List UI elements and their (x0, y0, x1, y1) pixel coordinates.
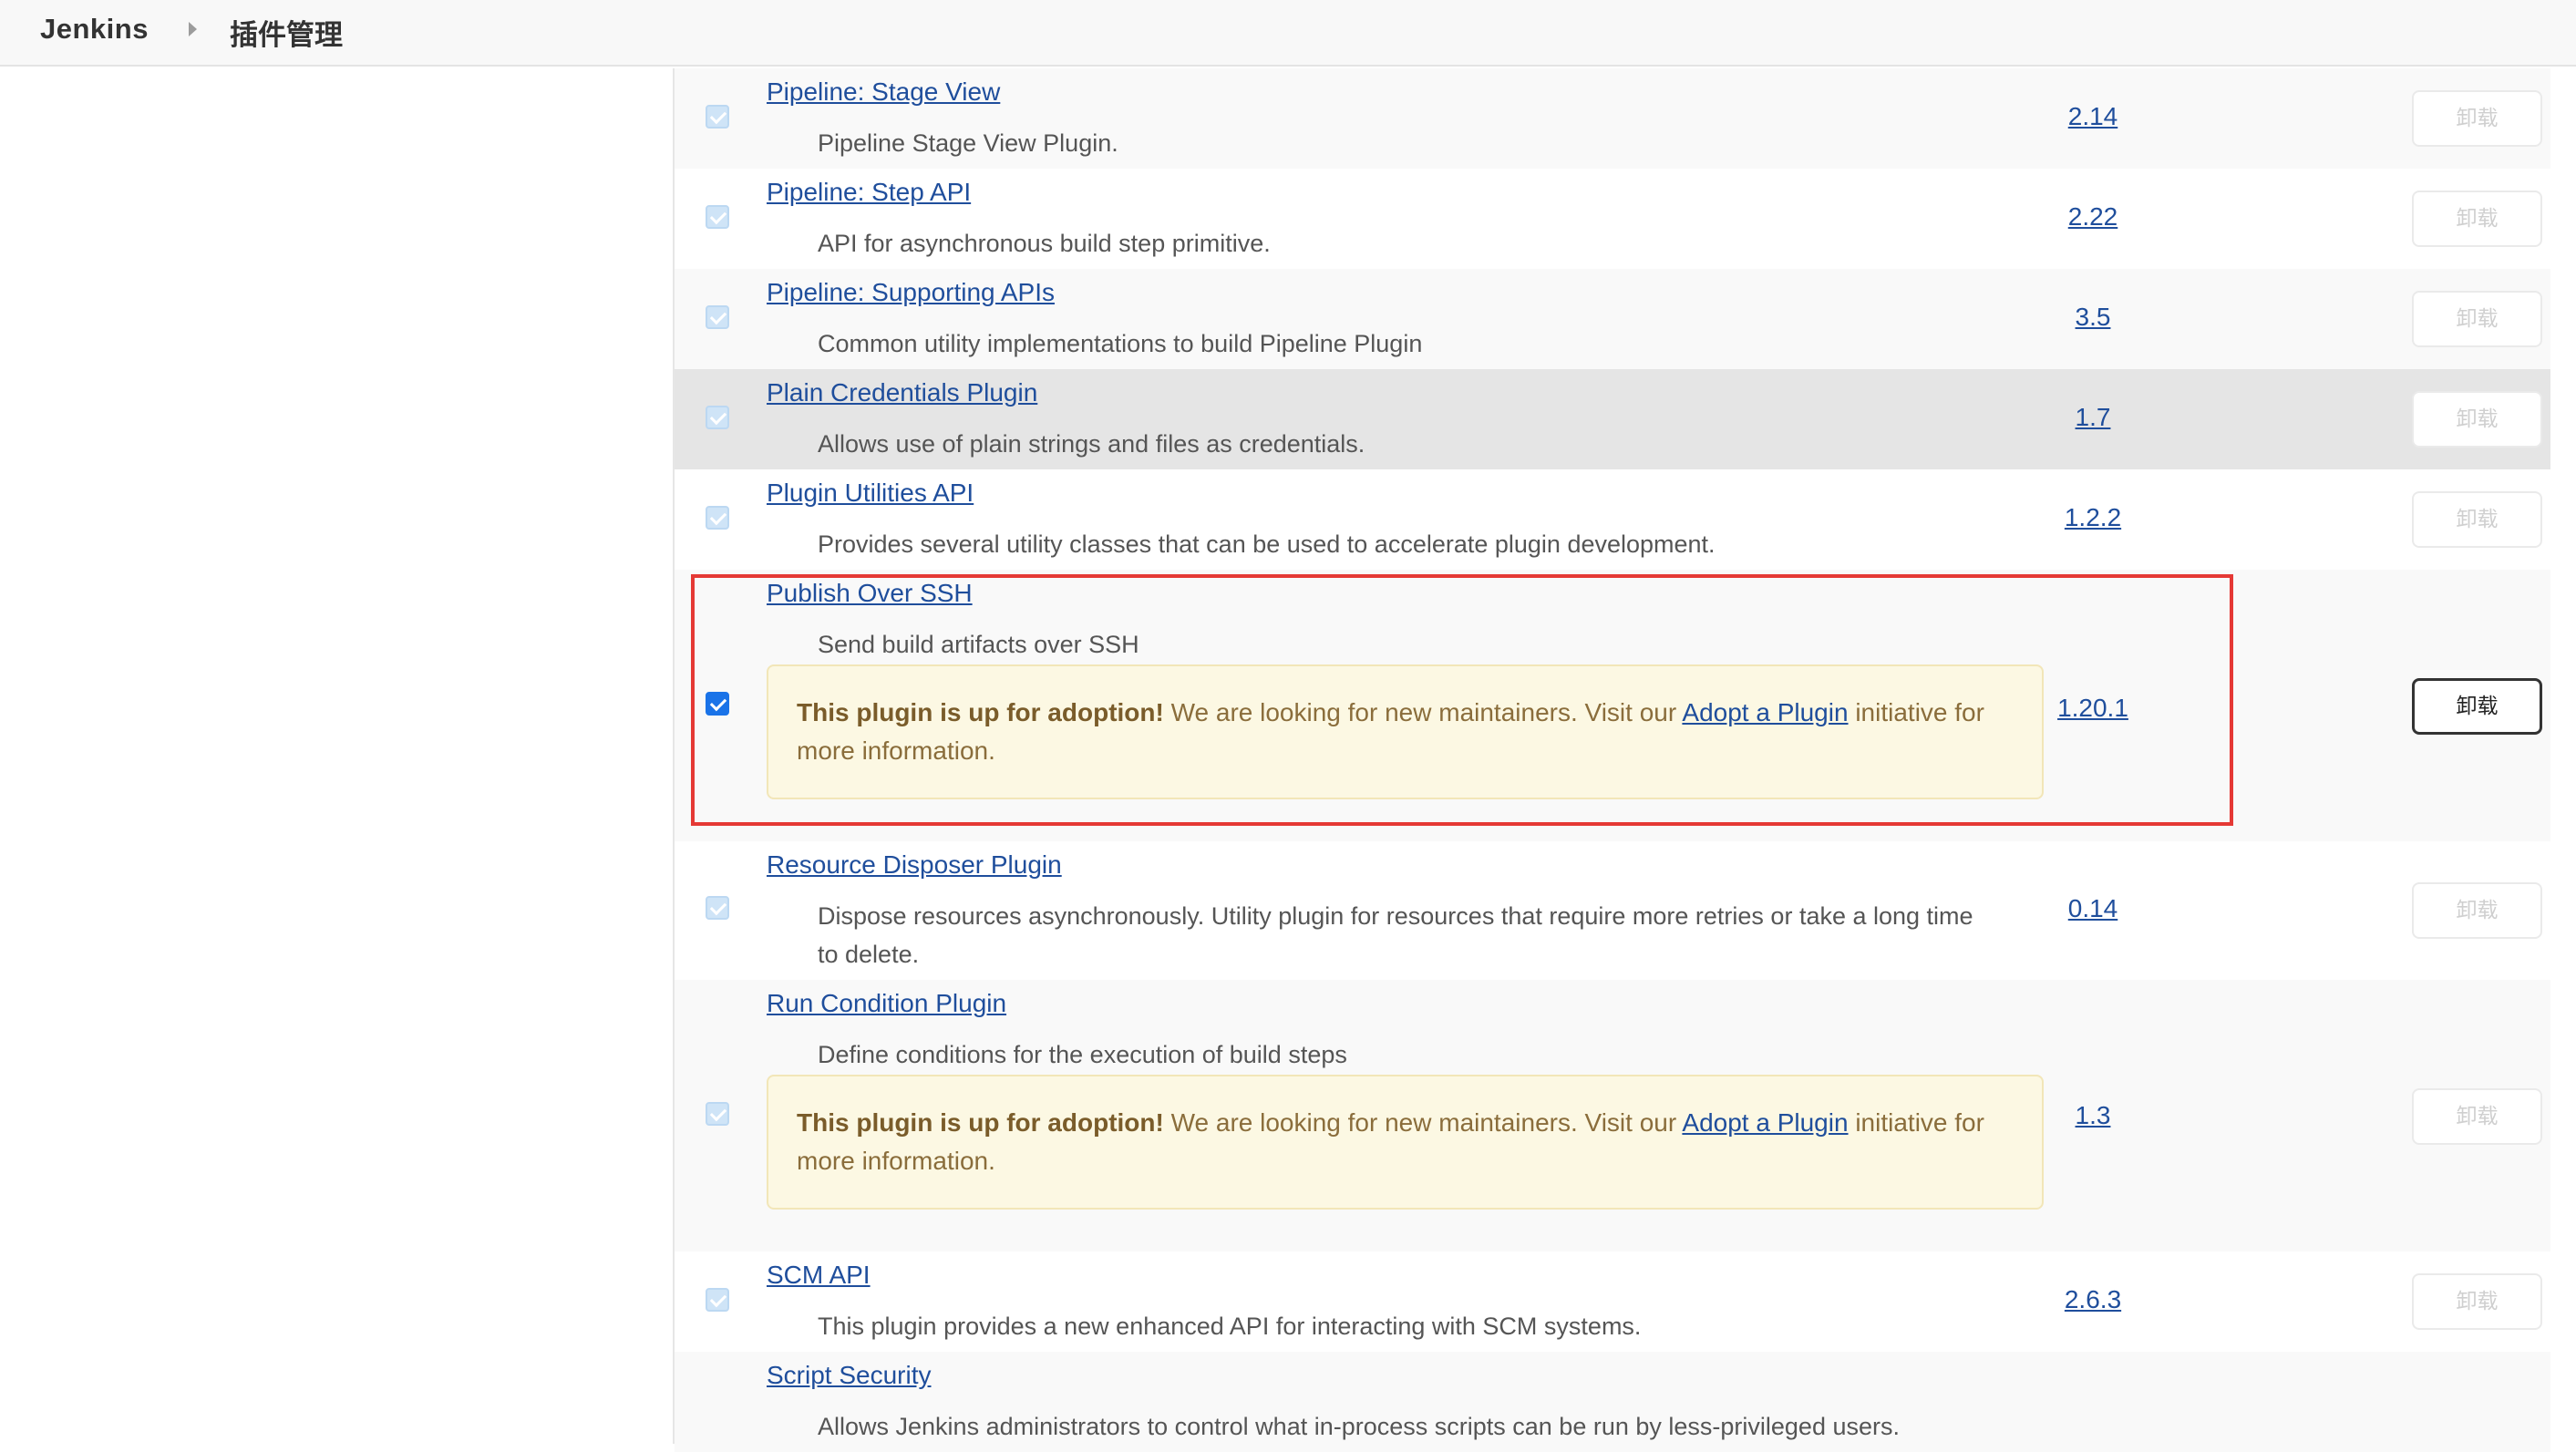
plugin-row: Script Security Allows Jenkins administr… (675, 1352, 2550, 1452)
breadcrumb-jenkins-link[interactable]: Jenkins (40, 13, 149, 46)
adoption-notice-title: This plugin is up for adoption! (797, 1108, 1164, 1137)
plugin-checkbox[interactable] (706, 305, 729, 329)
plugin-version-link[interactable]: 1.20.1 (2038, 694, 2148, 723)
plugin-row-publish-over-ssh: Publish Over SSH Send build artifacts ov… (675, 570, 2550, 841)
plugin-description: Allows Jenkins administrators to control… (818, 1413, 1900, 1440)
plugin-version-link[interactable]: 2.22 (2038, 202, 2148, 232)
adoption-notice: This plugin is up for adoption! We are l… (767, 664, 2044, 799)
plugin-description: API for asynchronous build step primitiv… (818, 230, 1271, 257)
uninstall-button: 卸载 (2412, 882, 2542, 939)
plugin-row: Pipeline: Step API API for asynchronous … (675, 169, 2550, 269)
plugin-version-link[interactable]: 2.14 (2038, 102, 2148, 131)
plugin-description: Allows use of plain strings and files as… (818, 430, 1365, 458)
plugin-name-link[interactable]: Pipeline: Step API (767, 178, 971, 207)
plugin-checkbox[interactable] (706, 896, 729, 920)
uninstall-button: 卸载 (2412, 1088, 2542, 1145)
plugin-row: Resource Disposer Plugin Dispose resourc… (675, 841, 2550, 980)
breadcrumb-bar: Jenkins 插件管理 (0, 0, 2576, 67)
plugin-name-link[interactable]: Run Condition Plugin (767, 989, 1006, 1018)
plugin-version-link[interactable]: 3.5 (2038, 303, 2148, 332)
plugin-version-link[interactable]: 0.14 (2038, 894, 2148, 923)
plugin-version-link[interactable]: 1.7 (2038, 403, 2148, 432)
plugin-description: Common utility implementations to build … (818, 330, 1423, 357)
plugin-version-link[interactable]: 2.6.3 (2038, 1285, 2148, 1314)
side-panel (0, 68, 673, 1444)
plugin-row: Plugin Utilities API Provides several ut… (675, 469, 2550, 570)
plugin-row: Plain Credentials Plugin Allows use of p… (675, 369, 2550, 469)
adopt-a-plugin-link[interactable]: Adopt a Plugin (1682, 698, 1848, 726)
plugin-description: Dispose resources asynchronously. Utilit… (818, 902, 1973, 968)
plugin-name-link[interactable]: Pipeline: Supporting APIs (767, 278, 1055, 307)
plugin-description: Send build artifacts over SSH (818, 631, 1139, 658)
adopt-a-plugin-link[interactable]: Adopt a Plugin (1682, 1108, 1848, 1137)
plugin-checkbox[interactable] (706, 205, 729, 229)
breadcrumb-current-page[interactable]: 插件管理 (230, 12, 343, 53)
plugin-row: Pipeline: Supporting APIs Common utility… (675, 269, 2550, 369)
plugin-description: Pipeline Stage View Plugin. (818, 129, 1118, 157)
plugin-description: Provides several utility classes that ca… (818, 530, 1716, 558)
adoption-notice-text: We are looking for new maintainers. Visi… (1163, 1108, 1683, 1137)
plugin-checkbox[interactable] (706, 692, 729, 716)
adoption-notice-title: This plugin is up for adoption! (797, 698, 1164, 726)
adoption-notice: This plugin is up for adoption! We are l… (767, 1075, 2044, 1210)
adoption-notice-text: We are looking for new maintainers. Visi… (1163, 698, 1683, 726)
plugin-checkbox[interactable] (706, 105, 729, 129)
plugin-checkbox[interactable] (706, 506, 729, 530)
plugin-name-link[interactable]: Resource Disposer Plugin (767, 850, 1062, 880)
plugin-row: SCM API This plugin provides a new enhan… (675, 1251, 2550, 1352)
uninstall-button: 卸载 (2412, 191, 2542, 247)
plugin-name-link[interactable]: SCM API (767, 1261, 871, 1290)
plugin-name-link[interactable]: Publish Over SSH (767, 579, 973, 608)
uninstall-button: 卸载 (2412, 491, 2542, 548)
plugin-description: This plugin provides a new enhanced API … (818, 1313, 1642, 1340)
uninstall-button[interactable]: 卸载 (2412, 678, 2542, 735)
breadcrumb-chevron-icon (189, 22, 197, 36)
installed-plugins-table: Pipeline: Stage View Pipeline Stage View… (675, 68, 2550, 1452)
plugin-version-link[interactable]: 1.3 (2038, 1101, 2148, 1130)
plugin-name-link[interactable]: Plain Credentials Plugin (767, 378, 1037, 407)
plugin-version-link[interactable]: 1.2.2 (2038, 503, 2148, 532)
plugin-name-link[interactable]: Plugin Utilities API (767, 479, 974, 508)
uninstall-button: 卸载 (2412, 391, 2542, 448)
plugin-row: Pipeline: Stage View Pipeline Stage View… (675, 68, 2550, 169)
uninstall-button: 卸载 (2412, 291, 2542, 347)
plugin-name-link[interactable]: Script Security (767, 1361, 932, 1390)
plugin-checkbox[interactable] (706, 1102, 729, 1126)
plugin-checkbox[interactable] (706, 1288, 729, 1312)
uninstall-button: 卸载 (2412, 90, 2542, 147)
plugin-description: Define conditions for the execution of b… (818, 1041, 1347, 1068)
plugin-checkbox[interactable] (706, 406, 729, 429)
plugin-row: Run Condition Plugin Define conditions f… (675, 980, 2550, 1251)
uninstall-button: 卸载 (2412, 1273, 2542, 1330)
plugin-name-link[interactable]: Pipeline: Stage View (767, 77, 1000, 107)
